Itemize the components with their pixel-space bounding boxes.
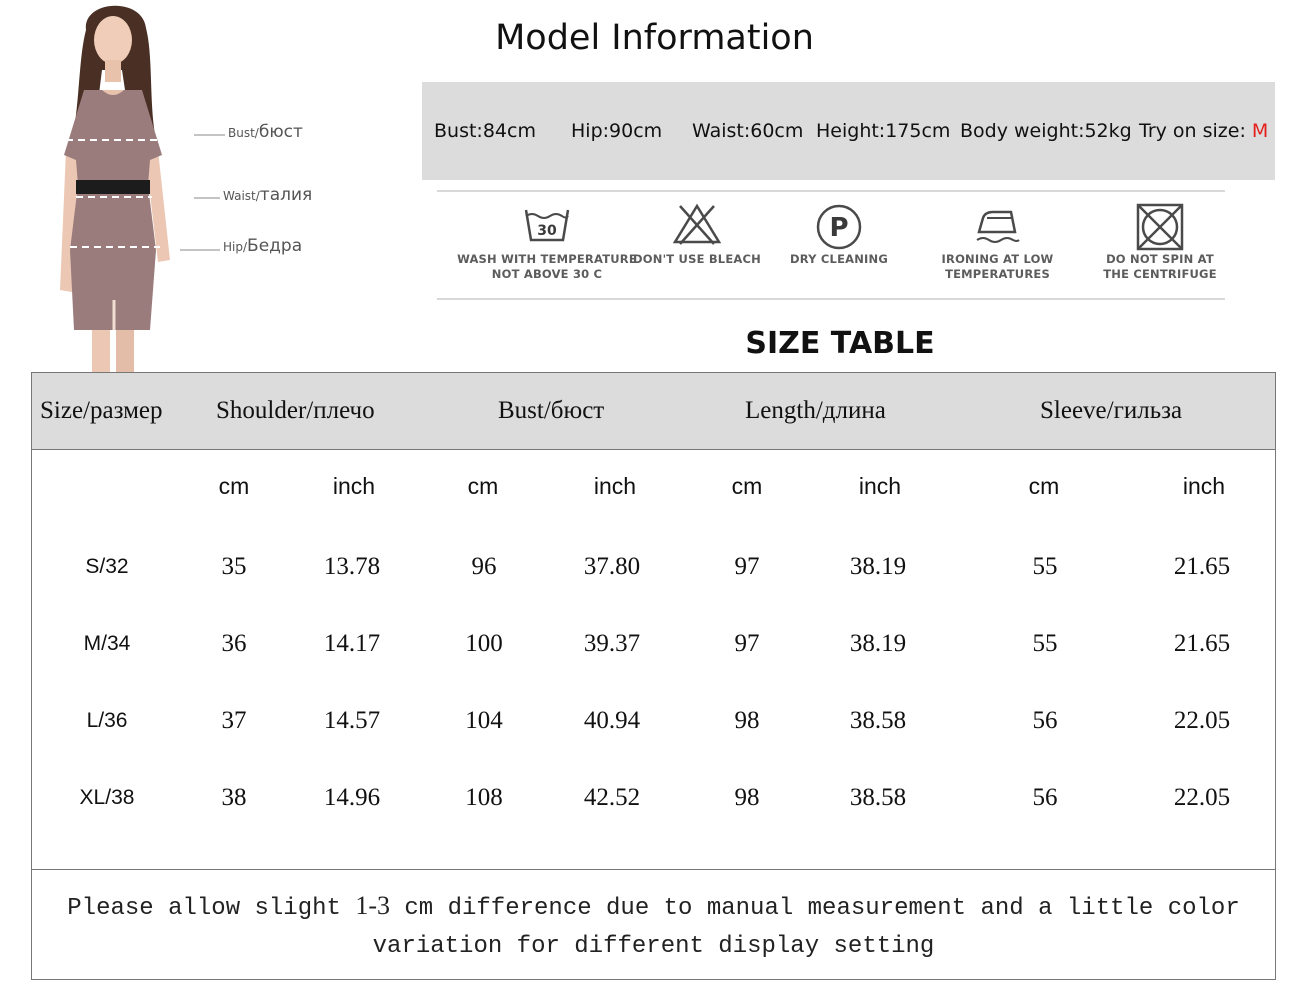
care-divider-top bbox=[437, 190, 1225, 192]
value-cell: 56 bbox=[1032, 707, 1058, 734]
unit-cell: inch bbox=[332, 473, 376, 499]
value-cell: 14.57 bbox=[323, 707, 381, 734]
svg-text:30: 30 bbox=[537, 223, 557, 239]
hip-label: Hip/Бедра bbox=[223, 236, 303, 256]
svg-text:P: P bbox=[829, 213, 848, 243]
stat-bust: Bust:84cm bbox=[434, 120, 536, 142]
no-bleach-icon bbox=[672, 203, 722, 245]
value-cell: 38.19 bbox=[849, 553, 907, 580]
unit-cell: cm bbox=[218, 473, 250, 499]
size-cell: S/32 bbox=[85, 555, 129, 578]
care-instructions: 30 WASH WITH TEMPERATURE NOT ABOVE 30 C … bbox=[437, 190, 1225, 302]
size-table: Size/размер Shoulder/плечо Bust/бюст Len… bbox=[31, 372, 1276, 870]
care-item-spin: DO NOT SPIN AT THE CENTRIFUGE bbox=[1090, 202, 1230, 282]
care-label-spin: DO NOT SPIN AT THE CENTRIFUGE bbox=[1103, 252, 1217, 281]
try-on-size-value: M bbox=[1251, 120, 1269, 142]
measurement-note: Please allow slight 1-3 cm difference du… bbox=[67, 891, 1240, 960]
value-cell: 38.58 bbox=[849, 784, 907, 811]
measurement-note-box: Please allow slight 1-3 cm difference du… bbox=[31, 869, 1276, 980]
care-item-bleach: DON'T USE BLEACH bbox=[627, 202, 767, 267]
value-cell: 104 bbox=[465, 707, 503, 734]
care-label-wash: WASH WITH TEMPERATURE NOT ABOVE 30 C bbox=[457, 252, 637, 281]
value-cell: 40.94 bbox=[583, 707, 641, 734]
size-cell: L/36 bbox=[86, 709, 128, 732]
value-cell: 55 bbox=[1032, 630, 1058, 657]
unit-cell: inch bbox=[1182, 473, 1226, 499]
value-cell: 98 bbox=[734, 784, 760, 811]
value-cell: 13.78 bbox=[323, 553, 381, 580]
unit-cell: cm bbox=[1028, 473, 1060, 499]
size-cell: XL/38 bbox=[79, 786, 135, 809]
dry-clean-icon: P bbox=[816, 204, 862, 250]
care-item-dry-clean: P DRY CLEANING bbox=[774, 202, 904, 267]
no-spin-icon bbox=[1136, 203, 1184, 251]
model-info-title: Model Information bbox=[495, 18, 814, 58]
value-cell: 14.96 bbox=[323, 784, 381, 811]
care-item-iron: IRONING AT LOW TEMPERATURES bbox=[925, 202, 1070, 282]
value-cell: 22.05 bbox=[1173, 784, 1231, 811]
value-cell: 108 bbox=[465, 784, 503, 811]
size-table-title: SIZE TABLE bbox=[745, 326, 935, 361]
value-cell: 97 bbox=[734, 553, 760, 580]
stat-try-on-size: Try on size: M bbox=[1139, 120, 1269, 142]
stat-waist: Waist:60cm bbox=[692, 120, 804, 142]
value-cell: 37.80 bbox=[583, 553, 641, 580]
wash-30-icon: 30 bbox=[524, 209, 570, 242]
header-length: Length/длина bbox=[745, 397, 886, 424]
care-label-dry-clean: DRY CLEANING bbox=[790, 252, 888, 266]
value-cell: 56 bbox=[1032, 784, 1058, 811]
value-cell: 100 bbox=[465, 630, 503, 657]
value-cell: 38.58 bbox=[849, 707, 907, 734]
unit-cell: cm bbox=[467, 473, 499, 499]
care-label-iron: IRONING AT LOW TEMPERATURES bbox=[941, 252, 1054, 281]
value-cell: 39.37 bbox=[583, 630, 641, 657]
stat-weight: Body weight:52kg bbox=[960, 120, 1132, 142]
size-cell: M/34 bbox=[83, 632, 131, 655]
unit-cell: inch bbox=[858, 473, 902, 499]
header-size: Size/размер bbox=[40, 397, 163, 424]
waist-label: Waist/талия bbox=[223, 185, 313, 205]
value-cell: 21.65 bbox=[1173, 553, 1231, 580]
stat-height: Height:175cm bbox=[816, 120, 951, 142]
value-cell: 55 bbox=[1032, 553, 1058, 580]
value-cell: 98 bbox=[734, 707, 760, 734]
care-divider-bottom bbox=[437, 298, 1225, 300]
value-cell: 35 bbox=[221, 553, 247, 580]
unit-cell: cm bbox=[731, 473, 763, 499]
iron-low-icon bbox=[975, 210, 1020, 243]
value-cell: 21.65 bbox=[1173, 630, 1231, 657]
size-table-header: Size/размер Shoulder/плечо Bust/бюст Len… bbox=[32, 373, 1275, 450]
header-sleeve: Sleeve/гильза bbox=[1040, 397, 1183, 424]
bust-label: Bust/бюст bbox=[228, 122, 303, 142]
header-bust: Bust/бюст bbox=[498, 397, 605, 424]
model-stats-band: Bust:84cm Hip:90cm Waist:60cm Height:175… bbox=[422, 82, 1275, 180]
care-label-bleach: DON'T USE BLEACH bbox=[633, 252, 761, 266]
value-cell: 36 bbox=[221, 630, 247, 657]
note-range: 1-3 bbox=[355, 891, 390, 920]
header-shoulder: Shoulder/плечо bbox=[216, 397, 375, 424]
model-figure: Bust/бюст Waist/талия Hip/Бедра bbox=[30, 0, 330, 372]
care-item-wash: 30 WASH WITH TEMPERATURE NOT ABOVE 30 C bbox=[447, 202, 647, 282]
value-cell: 14.17 bbox=[323, 630, 381, 657]
value-cell: 22.05 bbox=[1173, 707, 1231, 734]
unit-cell: inch bbox=[593, 473, 637, 499]
value-cell: 42.52 bbox=[583, 784, 641, 811]
value-cell: 38.19 bbox=[849, 630, 907, 657]
value-cell: 38 bbox=[221, 784, 247, 811]
value-cell: 96 bbox=[471, 553, 497, 580]
value-cell: 37 bbox=[221, 707, 247, 734]
value-cell: 97 bbox=[734, 630, 760, 657]
stat-hip: Hip:90cm bbox=[571, 120, 663, 142]
